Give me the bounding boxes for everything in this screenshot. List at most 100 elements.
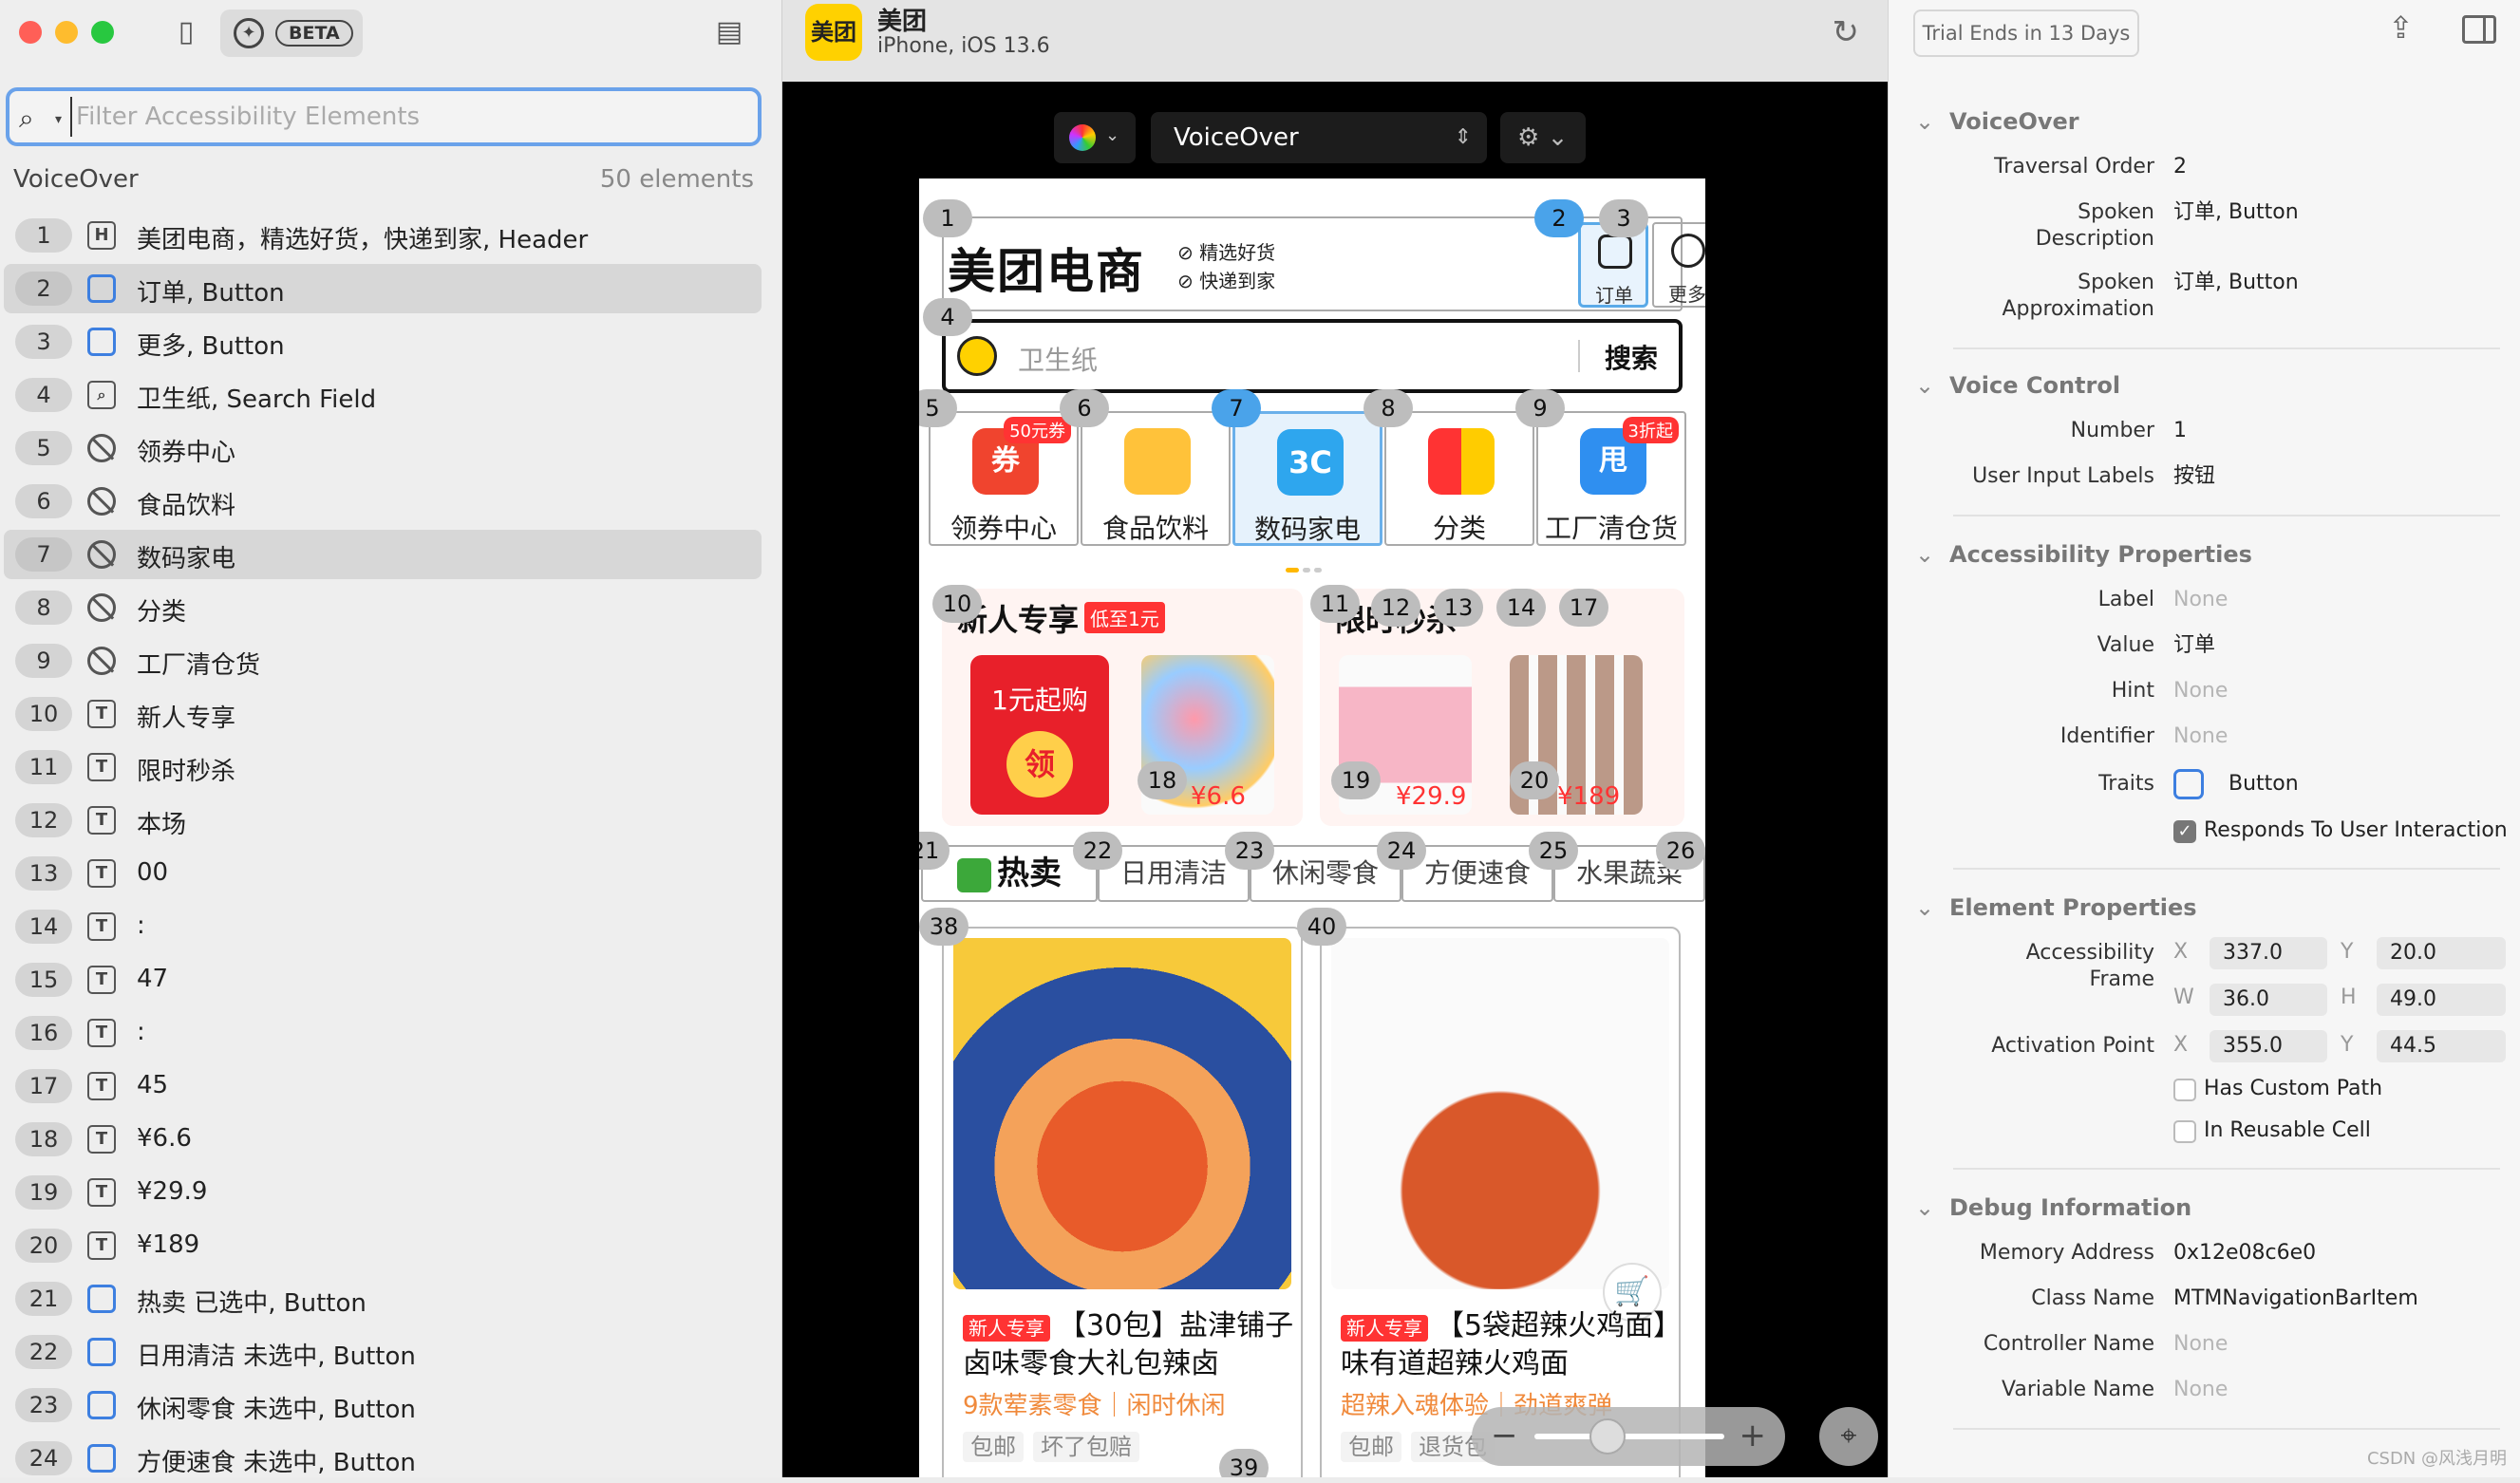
element-badge-2[interactable]: 2 [1534,199,1584,237]
element-row[interactable]: 11 T 限时秒杀 [4,742,762,792]
element-row[interactable]: 4 ⌕ 卫生纸, Search Field [4,370,762,420]
element-row[interactable]: 24 方便速食 未选中, Button [4,1434,762,1483]
element-badge-5[interactable]: 5 [919,389,957,427]
section-accessibility-properties[interactable]: ⌄ Accessibility Properties [1915,541,2252,568]
filter-input[interactable] [70,97,744,137]
frame-h-field[interactable]: 49.0 [2377,984,2506,1016]
activation-y-field[interactable]: 44.5 [2377,1030,2506,1062]
more-button[interactable]: 更多 [1652,222,1705,308]
element-badge-4[interactable]: 4 [923,298,972,336]
category-digital[interactable]: 3C 数码家电 [1232,411,1382,546]
frame-y-field[interactable]: 20.0 [2377,937,2506,969]
element-row[interactable]: 15 T 47 [4,955,762,1004]
element-badge-40[interactable]: 40 [1297,908,1346,946]
element-row[interactable]: 20 T ¥189 [4,1221,762,1270]
product-card[interactable]: 🛒 新人专享 【5袋超辣火鸡面】味有道超辣火鸡面 超辣入魂体验｜劲道爽弹 包邮 退货… [1320,927,1681,1477]
element-row[interactable]: 6 食品饮料 [4,477,762,526]
element-badge-11[interactable]: 11 [1310,585,1360,623]
element-badge-3[interactable]: 3 [1599,199,1648,237]
element-badge-25[interactable]: 25 [1529,832,1578,870]
color-filter-button[interactable]: ⌄ [1054,112,1136,163]
filter-search-box[interactable]: ⌕ ▾ [6,87,762,146]
category-clearance[interactable]: 甩 3折起 工厂清仓货 [1536,411,1686,546]
element-badge-9[interactable]: 9 [1515,389,1565,427]
element-badge-39[interactable]: 39 [1219,1449,1269,1477]
zoom-in-icon[interactable]: + [1740,1417,1767,1455]
element-row[interactable]: 7 数码家电 [4,530,762,579]
promo-new-user[interactable]: 新人专享 低至1元 1元起购 领 ¥6.6 [942,589,1303,826]
target-icon[interactable]: ⌖ [1819,1407,1878,1466]
element-row[interactable]: 23 休闲零食 未选中, Button [4,1380,762,1430]
element-row[interactable]: 13 T 00 [4,849,762,898]
element-row[interactable]: 16 T: [4,1008,762,1058]
element-row[interactable]: 21 热卖 已选中, Button [4,1274,762,1323]
element-badge-13[interactable]: 13 [1434,589,1483,627]
zoom-out-icon[interactable]: − [1491,1417,1518,1455]
element-badge-20[interactable]: 20 [1510,761,1559,799]
element-row[interactable]: 5 领券中心 [4,423,762,473]
element-badge-10[interactable]: 10 [932,585,982,623]
frame-x-field[interactable]: 337.0 [2210,937,2327,969]
frame-w-field[interactable]: 36.0 [2210,984,2327,1016]
element-row[interactable]: 9 工厂清仓货 [4,636,762,685]
element-badge-17[interactable]: 17 [1559,589,1608,627]
reusable-cell-checkbox[interactable] [2173,1120,2196,1143]
element-badge-18[interactable]: 18 [1138,761,1187,799]
trial-badge[interactable]: Trial Ends in 13 Days [1913,9,2139,57]
element-row[interactable]: 12 T 本场 [4,796,762,845]
zoom-slider[interactable]: − + [1472,1407,1785,1466]
app-search-field[interactable]: 卫生纸 搜索 [942,319,1683,393]
sidebar-toggle-icon[interactable]: ▤ [710,15,748,49]
element-row[interactable]: 8 分类 [4,583,762,632]
custom-path-checkbox[interactable] [2173,1079,2196,1101]
element-row[interactable]: 17 T 45 [4,1061,762,1111]
element-badge-8[interactable]: 8 [1363,389,1413,427]
product-card[interactable]: 新人专享 【30包】盐津铺子卤味零食大礼包辣卤 9款荤素零食｜闲时休闲 包邮 坏了包… [942,927,1303,1477]
element-badge-19[interactable]: 19 [1331,761,1381,799]
inspector-toggle-icon[interactable] [2462,15,2496,44]
red-envelope[interactable]: 1元起购 领 [970,655,1109,815]
element-badge-7[interactable]: 7 [1212,389,1261,427]
element-row[interactable]: 10 T 新人专享 [4,689,762,739]
section-element-properties[interactable]: ⌄ Element Properties [1915,894,2197,921]
product-image[interactable] [953,938,1291,1289]
element-badge-6[interactable]: 6 [1060,389,1109,427]
search-icon[interactable]: ⌕ [19,103,34,135]
element-row[interactable]: 3 更多, Button [4,317,762,366]
element-badge-1[interactable]: 1 [923,199,972,237]
product-image[interactable] [1331,938,1669,1289]
section-voiceover[interactable]: ⌄ VoiceOver [1915,108,2079,135]
settings-button[interactable]: ⚙ ⌄ [1500,112,1586,163]
element-badge-38[interactable]: 38 [919,908,969,946]
close-window-button[interactable] [19,21,42,44]
element-badge-14[interactable]: 14 [1496,589,1546,627]
category-all[interactable]: 分类 [1384,411,1534,546]
category-coupon[interactable]: 券 50元券 领券中心 [929,411,1079,546]
zoom-window-button[interactable] [91,21,114,44]
element-badge-12[interactable]: 12 [1371,589,1420,627]
element-badge-26[interactable]: 26 [1656,832,1705,870]
share-icon[interactable]: ⇪ [2388,9,2414,46]
activation-x-field[interactable]: 355.0 [2210,1030,2327,1062]
element-badge-22[interactable]: 22 [1073,832,1122,870]
zoom-track[interactable] [1534,1434,1724,1439]
element-row[interactable]: 14 T: [4,902,762,951]
chevron-down-icon[interactable]: ▾ [55,112,62,127]
search-button[interactable]: 搜索 [1605,338,1658,376]
section-voice-control[interactable]: ⌄ Voice Control [1915,372,2120,399]
element-row[interactable]: 19 T ¥29.9 [4,1168,762,1217]
split-view-icon[interactable]: ▯ [167,15,205,49]
zoom-knob[interactable] [1589,1418,1626,1455]
element-row[interactable]: 1 H 美团电商，精选好货，快递到家, Header [4,211,762,260]
element-badge-23[interactable]: 23 [1225,832,1274,870]
element-row[interactable]: 2 订单, Button [4,264,762,313]
refresh-icon[interactable]: ↻ [1833,13,1860,51]
minimize-window-button[interactable] [55,21,78,44]
responds-checkbox[interactable]: ✓ [2173,820,2196,843]
category-food[interactable]: 食品饮料 [1081,411,1231,546]
element-badge-24[interactable]: 24 [1377,832,1426,870]
mode-select[interactable]: VoiceOver ⇕ [1151,112,1487,163]
accessibility-beta-toggle[interactable]: ✦ BETA [220,9,363,57]
element-row[interactable]: 22 日用清洁 未选中, Button [4,1327,762,1377]
element-row[interactable]: 18 T ¥6.6 [4,1115,762,1164]
